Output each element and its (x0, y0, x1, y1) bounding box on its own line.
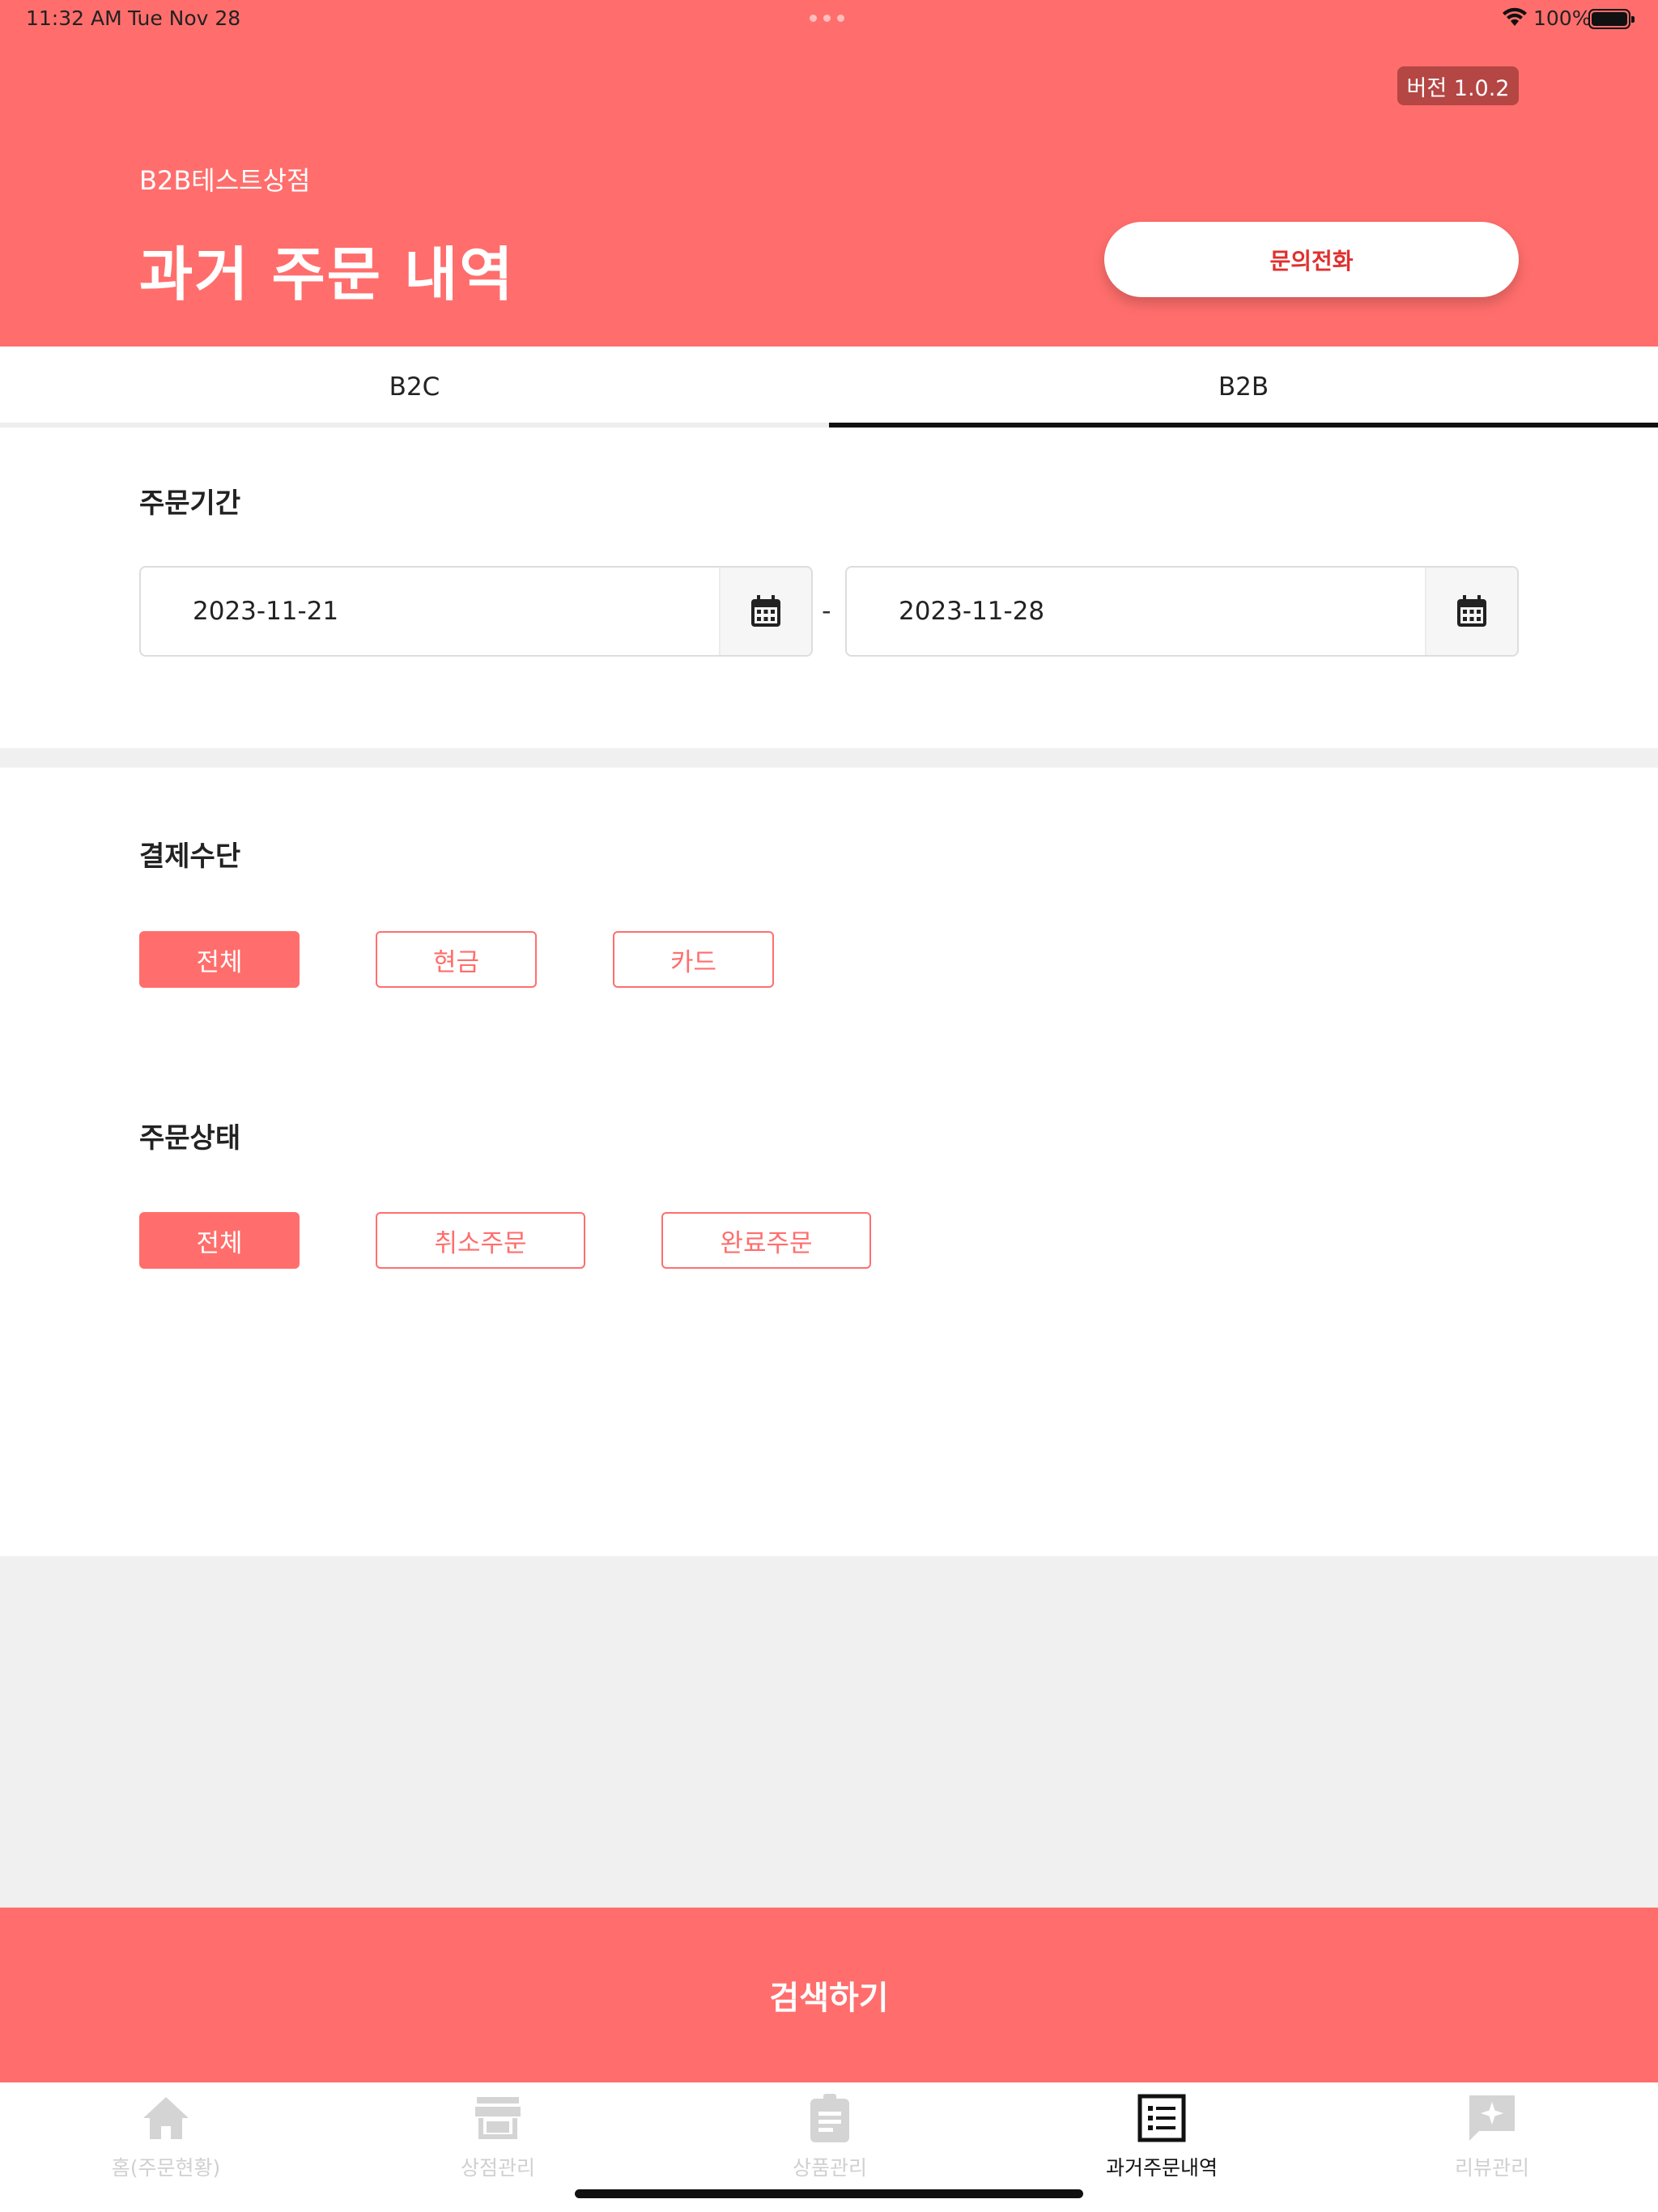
review-icon (1469, 2095, 1515, 2141)
tabbar-item-reviews[interactable]: 리뷰관리 (1326, 2092, 1658, 2189)
end-calendar-button[interactable] (1425, 568, 1517, 655)
start-date-field[interactable]: 2023-11-21 (139, 566, 813, 657)
status-bar: 11:32 AM Tue Nov 28 100% (0, 0, 1658, 39)
calendar-icon (1457, 595, 1486, 627)
clipboard-icon (810, 2094, 849, 2142)
tabbar-label: 홈(주문현황) (111, 2156, 221, 2180)
wifi-icon (1503, 7, 1527, 26)
search-button[interactable]: 검색하기 (0, 1908, 1658, 2082)
header: 11:32 AM Tue Nov 28 100% 버전 1.0.2 B2B테스트… (0, 0, 1658, 347)
status-chip-completed[interactable]: 완료주문 (661, 1212, 871, 1269)
tabbar-item-store[interactable]: 상점관리 (332, 2092, 664, 2189)
payment-chip-cash[interactable]: 현금 (376, 931, 537, 988)
status-chip-cancelled[interactable]: 취소주문 (376, 1212, 585, 1269)
tab-b2c[interactable]: B2C (0, 347, 829, 428)
tabbar-item-past-orders[interactable]: 과거주문내역 (996, 2092, 1328, 2189)
payment-chip-all[interactable]: 전체 (139, 931, 300, 988)
battery-icon (1588, 9, 1635, 29)
end-date-field[interactable]: 2023-11-28 (845, 566, 1519, 657)
order-status-label: 주문상태 (139, 1122, 241, 1155)
filter-section (0, 768, 1658, 1556)
start-calendar-button[interactable] (719, 568, 811, 655)
period-label: 주문기간 (139, 487, 241, 520)
page-title: 과거 주문 내역 (139, 240, 515, 308)
store-name: B2B테스트상점 (139, 165, 311, 196)
end-date-value: 2023-11-28 (899, 597, 1045, 626)
payment-label: 결제수단 (139, 840, 241, 873)
version-badge: 버전 1.0.2 (1397, 66, 1519, 105)
tabbar-label: 상품관리 (792, 2156, 867, 2180)
status-date: Tue Nov 28 (128, 6, 241, 30)
calendar-icon (751, 595, 780, 627)
status-time: 11:32 AM (26, 6, 122, 30)
status-chip-all[interactable]: 전체 (139, 1212, 300, 1269)
home-icon (143, 2097, 189, 2139)
payment-chip-card[interactable]: 카드 (613, 931, 774, 988)
tabbar-label: 상점관리 (460, 2156, 535, 2180)
store-icon (475, 2097, 521, 2139)
tabbar-label: 과거주문내역 (1105, 2156, 1218, 2180)
date-separator: - (822, 595, 831, 626)
home-indicator[interactable] (575, 2189, 1083, 2198)
tabbar-label: 리뷰관리 (1454, 2156, 1529, 2180)
tabbar-item-home[interactable]: 홈(주문현황) (0, 2092, 332, 2189)
inquiry-call-button[interactable]: 문의전화 (1104, 222, 1519, 297)
tab-b2b[interactable]: B2B (829, 347, 1658, 428)
multitasking-dots-icon[interactable] (810, 15, 844, 22)
order-type-tabs: B2C B2B (0, 347, 1658, 428)
battery-percent: 100% (1533, 6, 1592, 30)
start-date-value: 2023-11-21 (193, 597, 339, 626)
list-icon (1137, 2094, 1186, 2142)
tabbar-item-products[interactable]: 상품관리 (664, 2092, 996, 2189)
